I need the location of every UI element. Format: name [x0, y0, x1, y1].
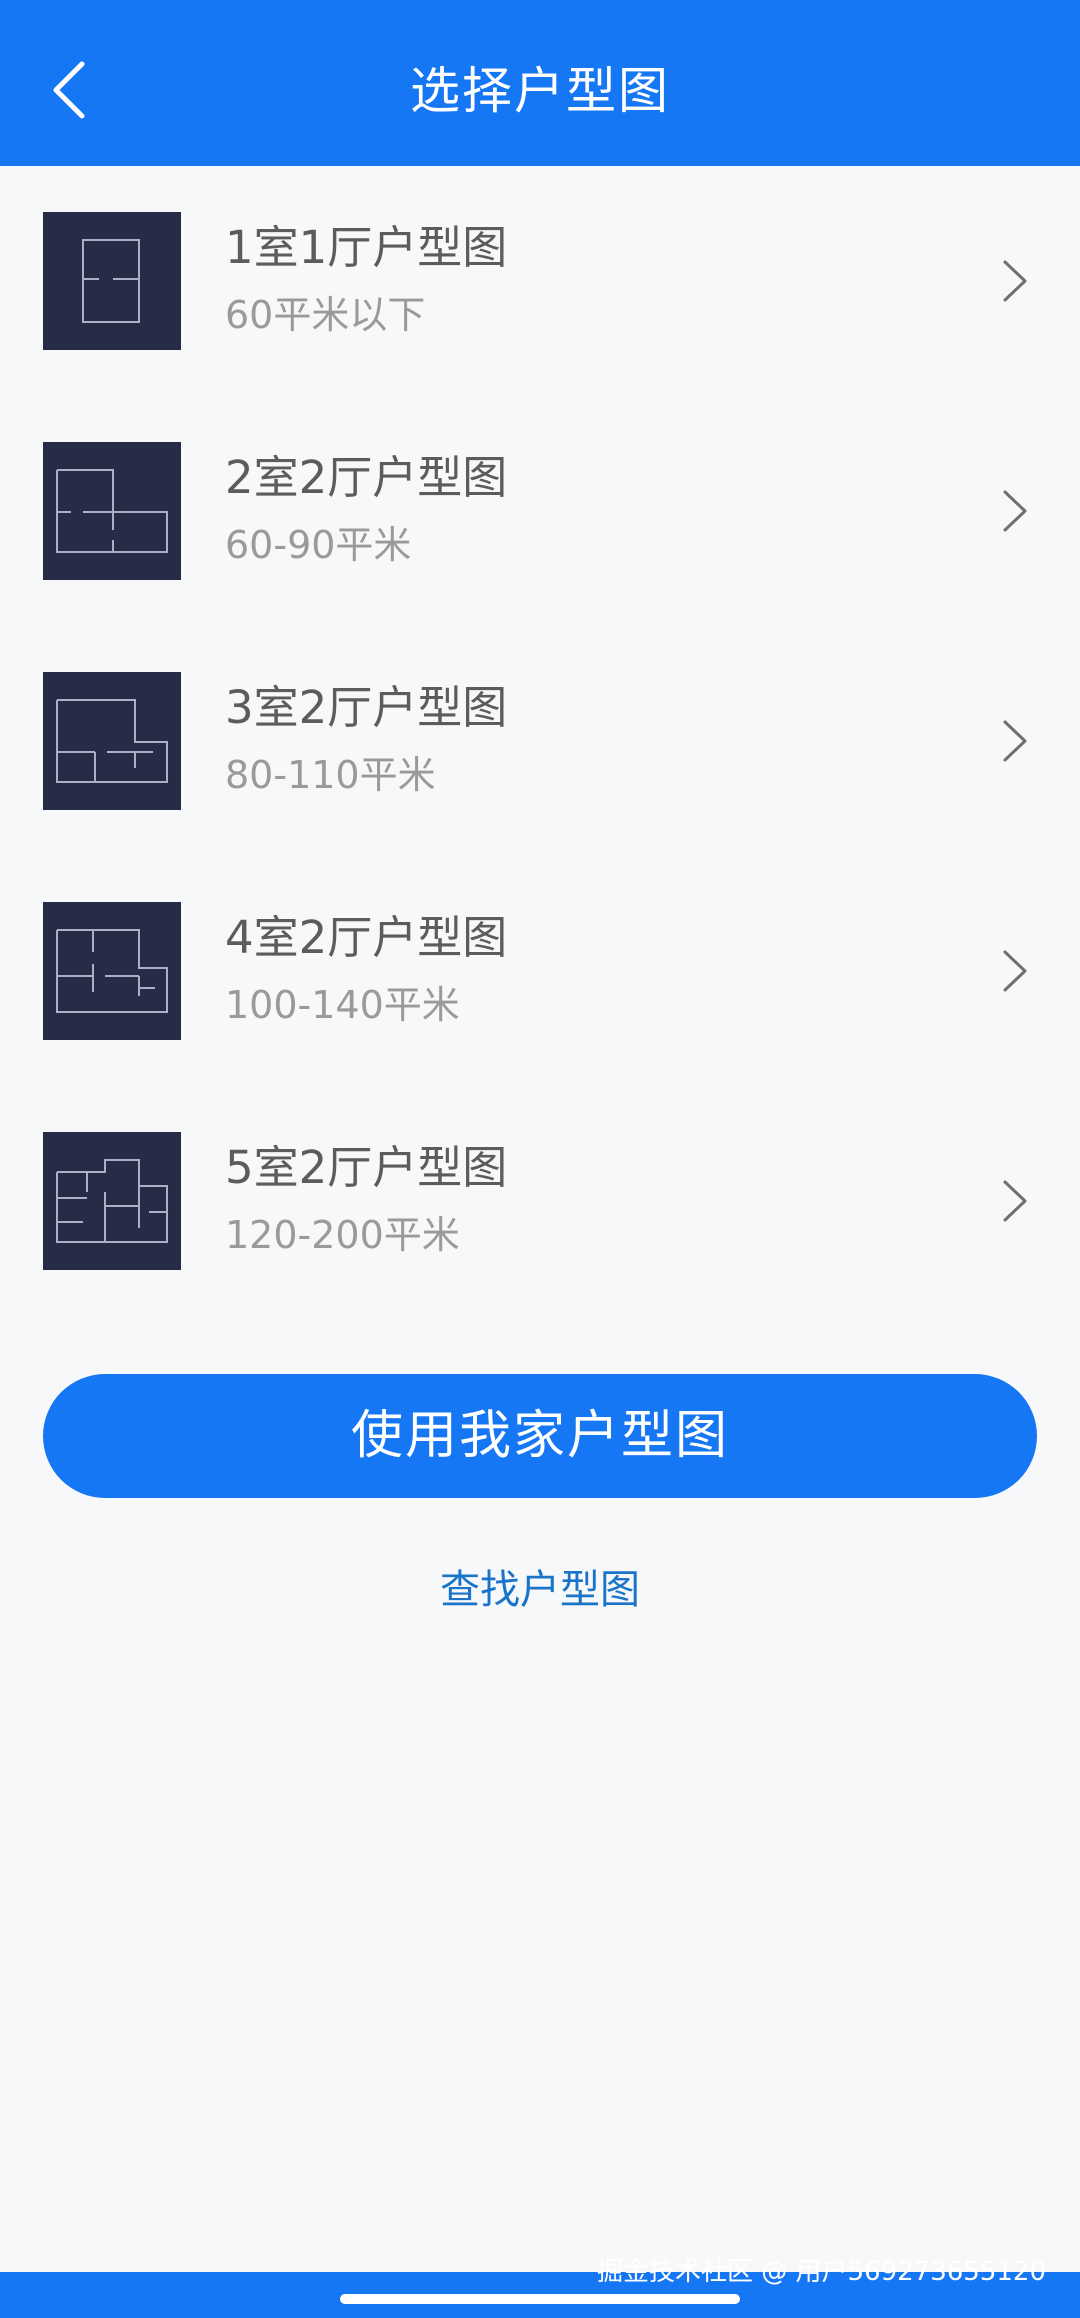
list-item[interactable]: 2室2厅户型图 60-90平米 [0, 396, 1080, 626]
floor-plan-area: 120-200平米 [225, 1213, 460, 1257]
floor-plan-area: 80-110平米 [225, 753, 436, 797]
list-item[interactable]: 4室2厅户型图 100-140平米 [0, 856, 1080, 1086]
floor-plan-area: 60平米以下 [225, 293, 426, 337]
floor-plan-2-icon [56, 469, 168, 553]
floor-plan-title: 2室2厅户型图 [225, 451, 508, 504]
floor-plan-area: 100-140平米 [225, 983, 460, 1027]
floor-plan-1-icon [82, 239, 140, 323]
floor-plan-thumbnail [43, 902, 181, 1040]
floor-plan-title: 4室2厅户型图 [225, 911, 508, 964]
chevron-right-icon [1003, 490, 1027, 532]
floor-plan-thumbnail [43, 1132, 181, 1270]
floor-plan-title: 1室1厅户型图 [225, 221, 508, 274]
floor-plan-title: 5室2厅户型图 [225, 1141, 508, 1194]
floor-plan-list: 1室1厅户型图 60平米以下 2室2厅户型图 60-90平米 3室2厅户型图 8… [0, 166, 1080, 1316]
chevron-right-icon [1003, 260, 1027, 302]
floor-plan-5-icon [56, 1159, 168, 1243]
watermark: 掘金技术社区 @ 用户569273655120 [596, 2257, 1046, 2287]
floor-plan-thumbnail [43, 212, 181, 350]
floor-plan-area: 60-90平米 [225, 523, 412, 567]
chevron-right-icon [1003, 950, 1027, 992]
page-title: 选择户型图 [410, 62, 670, 120]
floor-plan-4-icon [56, 929, 168, 1013]
find-floor-plan-link[interactable]: 查找户型图 [0, 1560, 1080, 1620]
list-item[interactable]: 3室2厅户型图 80-110平米 [0, 626, 1080, 856]
list-item[interactable]: 1室1厅户型图 60平米以下 [0, 166, 1080, 396]
floor-plan-thumbnail [43, 442, 181, 580]
floor-plan-title: 3室2厅户型图 [225, 681, 508, 734]
floor-plan-3-icon [56, 699, 168, 783]
use-my-floor-plan-button[interactable]: 使用我家户型图 [43, 1374, 1037, 1498]
header-bar: 选择户型图 [0, 0, 1080, 166]
floor-plan-thumbnail [43, 672, 181, 810]
chevron-right-icon [1003, 720, 1027, 762]
list-item[interactable]: 5室2厅户型图 120-200平米 [0, 1086, 1080, 1316]
chevron-right-icon [1003, 1180, 1027, 1222]
home-indicator[interactable] [340, 2294, 740, 2304]
